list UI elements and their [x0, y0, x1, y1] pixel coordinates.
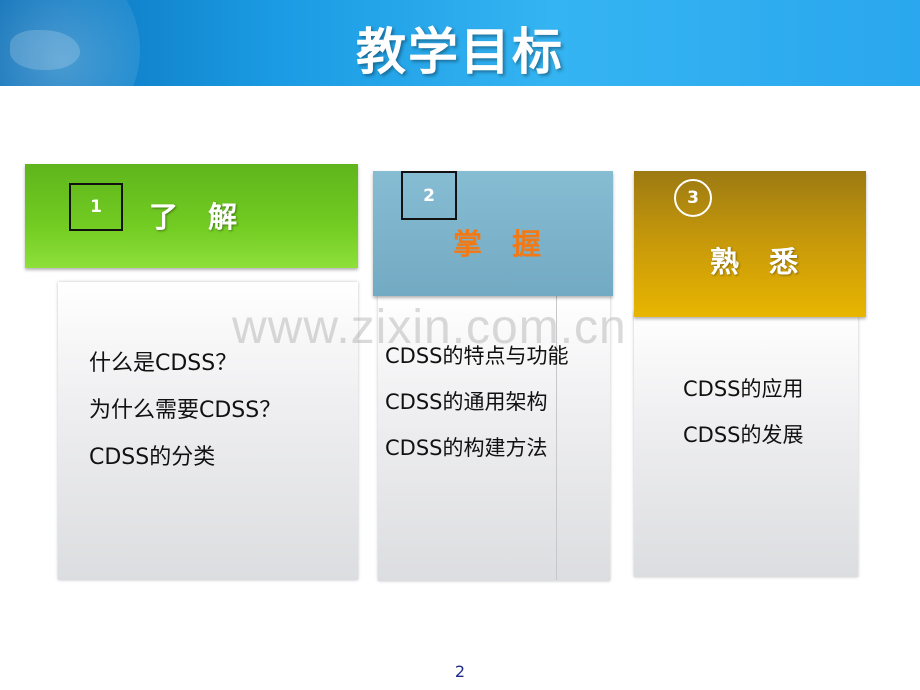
list-item: CDSS的通用架构	[385, 390, 548, 414]
card-3-number-circle: 3	[674, 179, 712, 217]
list-item: CDSS的应用	[683, 377, 804, 401]
page-number: 2	[454, 662, 466, 681]
card-3-header: 3 熟 悉	[634, 171, 866, 317]
list-item: 为什么需要CDSS？	[89, 398, 282, 423]
list-item: CDSS的构建方法	[385, 436, 548, 460]
card-2-number: 2	[423, 185, 435, 206]
card-1-label: 了 解	[149, 200, 248, 234]
watermark: www.zixin.com.cn	[232, 301, 627, 354]
card-1-number-box: 1	[69, 183, 123, 231]
card-3-label: 熟 悉	[710, 245, 809, 279]
card-1-items: 什么是CDSS？ 为什么需要CDSS？ CDSS的分类	[89, 340, 281, 481]
card-2-header: 2 掌 握	[373, 171, 613, 296]
card-1-number: 1	[90, 197, 102, 217]
card-2-number-box: 2	[401, 171, 457, 220]
card-2-label: 掌 握	[453, 227, 552, 261]
list-item: CDSS的发展	[683, 423, 804, 447]
card-1-header: 1 了 解	[25, 164, 358, 268]
list-item: CDSS的分类	[89, 445, 216, 470]
slide-title: 教学目标	[356, 23, 564, 81]
card-3-items: CDSS的应用 CDSS的发展	[683, 366, 804, 458]
title-banner: 教学目标	[0, 0, 920, 86]
card-3-number: 3	[687, 188, 699, 208]
